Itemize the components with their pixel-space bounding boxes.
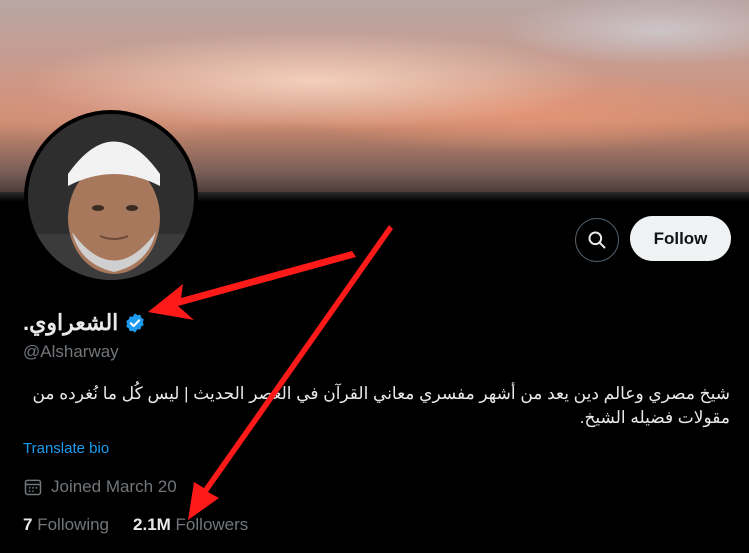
user-handle: @Alsharway — [23, 342, 119, 361]
verified-badge-icon[interactable] — [124, 312, 146, 334]
following-link[interactable]: 7 Following — [23, 515, 109, 535]
avatar-photo — [28, 114, 194, 280]
search-button[interactable] — [575, 218, 619, 262]
following-count: 7 — [23, 515, 33, 534]
display-name: الشعراوي. — [23, 310, 119, 335]
following-label: Following — [37, 515, 110, 534]
calendar-icon — [24, 479, 42, 496]
joined-date: Joined March 20 — [23, 476, 177, 498]
followers-label: Followers — [175, 515, 249, 534]
followers-link[interactable]: 2.1M Followers — [133, 515, 248, 535]
annotation-arrow-name — [148, 251, 356, 320]
profile-stats: 7 Following 2.1M Followers — [23, 515, 248, 535]
avatar[interactable] — [24, 110, 198, 284]
followers-count: 2.1M — [133, 515, 171, 534]
search-icon — [588, 231, 606, 249]
profile-bio: شيخ مصري وعالم دين يعد من أشهر مفسري معا… — [32, 384, 730, 427]
annotation-arrow-followers — [188, 225, 393, 520]
joined-text: Joined March 20 — [51, 477, 177, 496]
name-row: الشعراوي. — [23, 308, 146, 338]
translate-bio-link[interactable]: Translate bio — [23, 440, 109, 457]
follow-button[interactable]: Follow — [630, 216, 731, 261]
